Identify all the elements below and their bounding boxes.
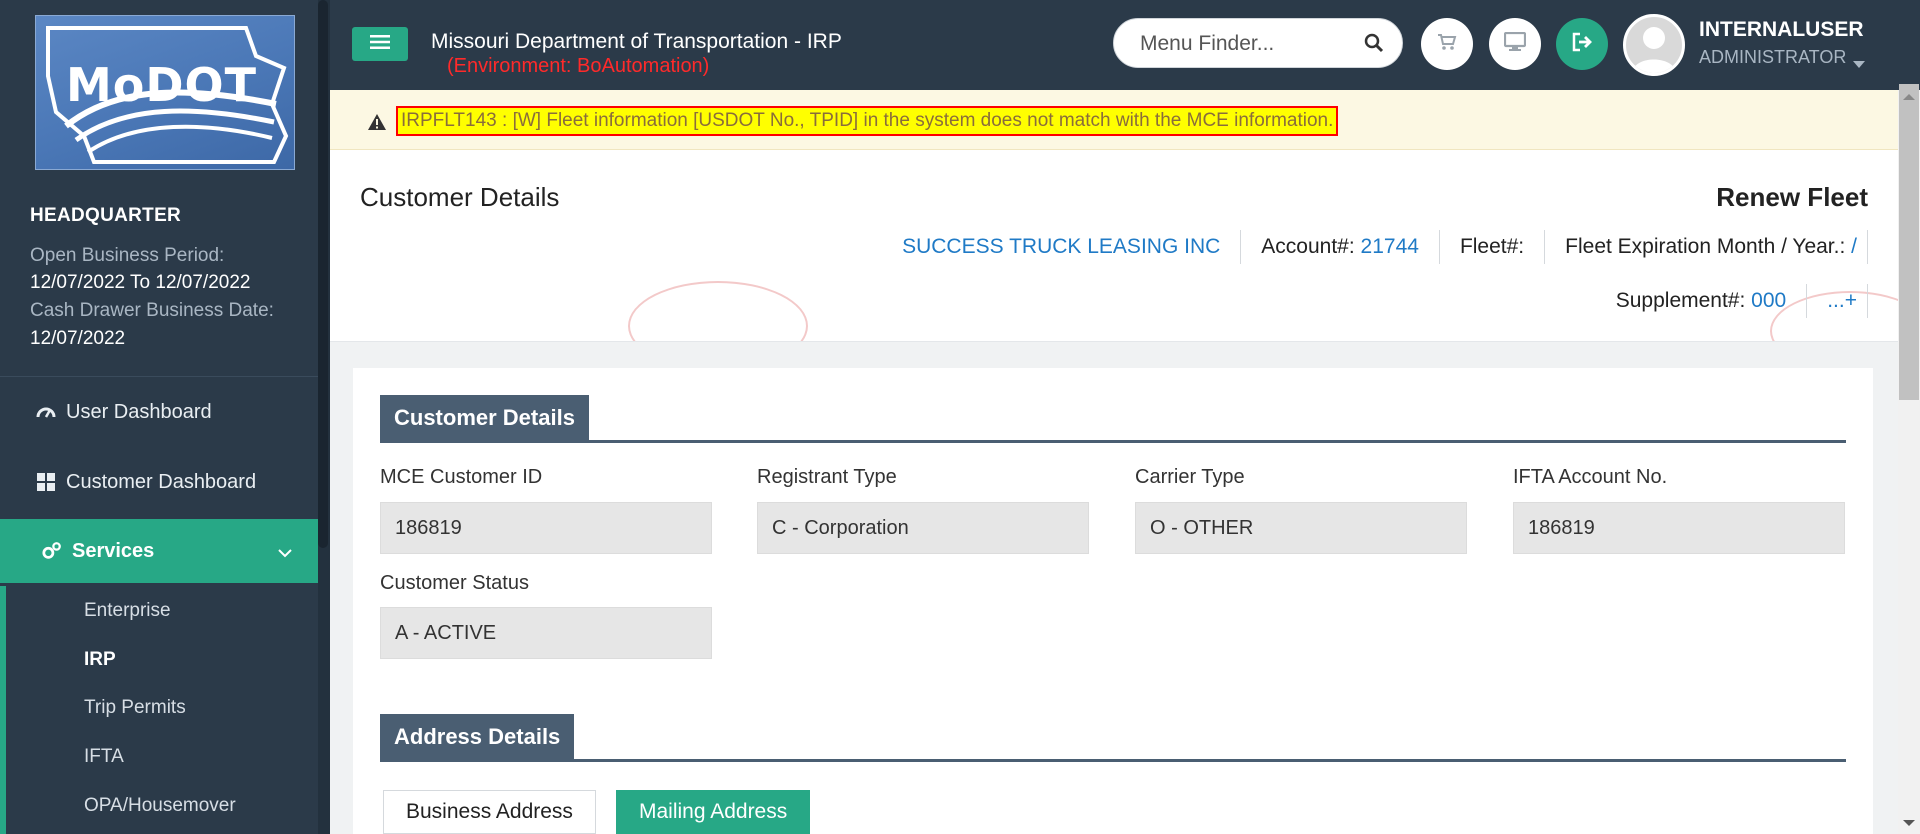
nav-item-label: Customer Dashboard	[66, 470, 257, 493]
account-info: Account#: 21744	[1241, 230, 1440, 264]
warning-message: IRPFLT143 : [W] Fleet information [USDOT…	[396, 106, 1339, 136]
customer-details-panel: Customer Details MCE Customer ID 186819 …	[353, 368, 1873, 834]
supplement-label: Supplement#:	[1615, 289, 1746, 312]
sidebar-scrollbar-thumb[interactable]	[318, 0, 328, 548]
app-title: Missouri Department of Transportation - …	[431, 30, 842, 53]
expiration-label: Fleet Expiration Month / Year.:	[1565, 235, 1846, 258]
address-details-section-title: Address Details	[380, 714, 575, 759]
customer-status-field: A - ACTIVE	[380, 607, 712, 659]
open-period-value: 12/07/2022 To 12/07/2022	[30, 272, 251, 293]
ifta-account-label: IFTA Account No.	[1513, 466, 1668, 488]
expiration-info: Fleet Expiration Month / Year.: /	[1545, 230, 1868, 264]
cash-date-value: 12/07/2022	[30, 328, 126, 349]
avatar[interactable]	[1623, 14, 1685, 76]
top-header: Missouri Department of Transportation - …	[330, 0, 1920, 90]
sign-out-icon	[1571, 32, 1593, 57]
account-label: Account#:	[1261, 235, 1355, 258]
supplement-info-row: Supplement#: 000 ...+	[1596, 280, 1868, 322]
watermark-decoration	[628, 281, 808, 341]
menu-finder-input[interactable]	[1140, 29, 1360, 59]
sub-item-trip-permits[interactable]: Trip Permits	[84, 697, 186, 719]
monitor-button[interactable]	[1489, 18, 1541, 70]
sidebar: MoDOT HEADQUARTER Open Business Period: …	[0, 0, 330, 834]
user-role[interactable]: ADMINISTRATOR	[1699, 47, 1846, 68]
hamburger-icon	[370, 34, 390, 55]
environment-label: (Environment: BoAutomation)	[447, 55, 710, 77]
account-number[interactable]: 21744	[1361, 235, 1419, 258]
customer-details-title: Customer Details	[360, 182, 560, 212]
sub-item-enterprise[interactable]: Enterprise	[84, 600, 171, 622]
user-name[interactable]: INTERNALUSER	[1699, 18, 1864, 42]
menu-finder	[1113, 18, 1403, 68]
customer-header: Customer Details Renew Fleet SUCCESS TRU…	[330, 150, 1898, 342]
scroll-down-icon[interactable]	[1903, 820, 1915, 826]
dashboard-gauge-icon	[36, 402, 56, 422]
warning-triangle-icon	[368, 114, 386, 135]
tab-business-address[interactable]: Business Address	[383, 790, 596, 834]
modot-logo: MoDOT	[35, 15, 295, 170]
sidebar-divider	[0, 376, 318, 377]
nav-item-label: Services	[72, 539, 155, 562]
nav-item-user-dashboard[interactable]: User Dashboard	[0, 380, 318, 444]
cart-icon	[1437, 33, 1457, 56]
ifta-account-field: 186819	[1513, 502, 1845, 554]
open-period-label: Open Business Period:	[30, 245, 225, 266]
tab-mailing-address[interactable]: Mailing Address	[616, 790, 811, 834]
fleet-info-row: SUCCESS TRUCK LEASING INC Account#: 2174…	[902, 226, 1868, 268]
registrant-type-label: Registrant Type	[757, 466, 897, 488]
sign-out-button[interactable]	[1556, 18, 1608, 70]
nav-item-label: User Dashboard	[66, 400, 212, 423]
office-name: HEADQUARTER	[30, 205, 182, 226]
expiration-value: /	[1851, 235, 1857, 258]
customer-details-section-title: Customer Details	[380, 395, 589, 440]
carrier-type-label: Carrier Type	[1135, 466, 1245, 488]
warning-bar: IRPFLT143 : [W] Fleet information [USDOT…	[330, 90, 1898, 150]
carrier-type-field: O - OTHER	[1135, 502, 1467, 554]
caret-down-icon[interactable]	[1853, 55, 1865, 73]
page-scrollbar-thumb[interactable]	[1899, 84, 1919, 400]
menu-toggle-button[interactable]	[352, 27, 408, 61]
sub-item-irp[interactable]: IRP	[84, 649, 116, 671]
more-info-link[interactable]: ...+	[1807, 284, 1868, 318]
renew-fleet-title: Renew Fleet	[1716, 182, 1868, 212]
gears-icon	[42, 541, 62, 561]
address-details-section-header: Address Details	[380, 714, 1846, 762]
nav-item-services[interactable]: Services	[0, 519, 318, 583]
search-icon[interactable]	[1364, 33, 1384, 58]
cash-date-label: Cash Drawer Business Date:	[30, 300, 274, 321]
customer-details-section-header: Customer Details	[380, 395, 1846, 443]
registrant-type-field: C - Corporation	[757, 502, 1089, 554]
company-name-link[interactable]: SUCCESS TRUCK LEASING INC	[902, 230, 1242, 264]
cart-button[interactable]	[1421, 18, 1473, 70]
supplement-info: Supplement#: 000	[1596, 284, 1808, 318]
supplement-number[interactable]: 000	[1751, 289, 1786, 312]
grid-icon	[36, 472, 56, 492]
customer-status-label: Customer Status	[380, 572, 529, 594]
monitor-icon	[1503, 31, 1527, 57]
sub-item-opa-housemover[interactable]: OPA/Housemover	[84, 795, 236, 817]
scroll-up-icon[interactable]	[1903, 94, 1915, 100]
mce-customer-id-label: MCE Customer ID	[380, 466, 543, 488]
chevron-down-icon	[278, 541, 292, 564]
services-submenu: Enterprise IRP Trip Permits IFTA OPA/Hou…	[0, 586, 318, 834]
sub-item-ifta[interactable]: IFTA	[84, 746, 124, 768]
logo-text: MoDOT	[66, 58, 258, 112]
mce-customer-id-field: 186819	[380, 502, 712, 554]
fleet-label: Fleet#:	[1459, 235, 1525, 258]
nav-item-customer-dashboard[interactable]: Customer Dashboard	[0, 450, 318, 514]
fleet-info: Fleet#:	[1440, 230, 1546, 264]
